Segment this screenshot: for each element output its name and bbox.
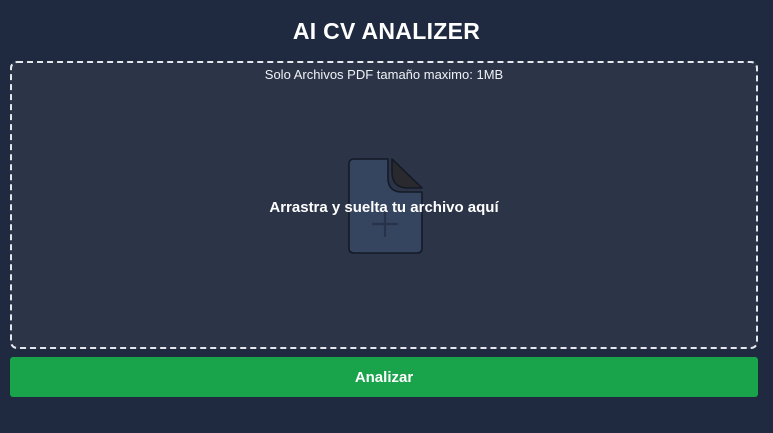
analyze-button[interactable]: Analizar bbox=[10, 357, 758, 397]
file-dropzone[interactable]: Solo Archivos PDF tamaño maximo: 1MB Arr… bbox=[10, 61, 758, 349]
app-root: AI CV ANALIZER Solo Archivos PDF tamaño … bbox=[0, 0, 773, 433]
page-title: AI CV ANALIZER bbox=[292, 18, 481, 44]
drop-instruction: Arrastra y suelta tu archivo aquí bbox=[269, 199, 499, 216]
file-requirements-hint: Solo Archivos PDF tamaño maximo: 1MB bbox=[264, 67, 504, 82]
